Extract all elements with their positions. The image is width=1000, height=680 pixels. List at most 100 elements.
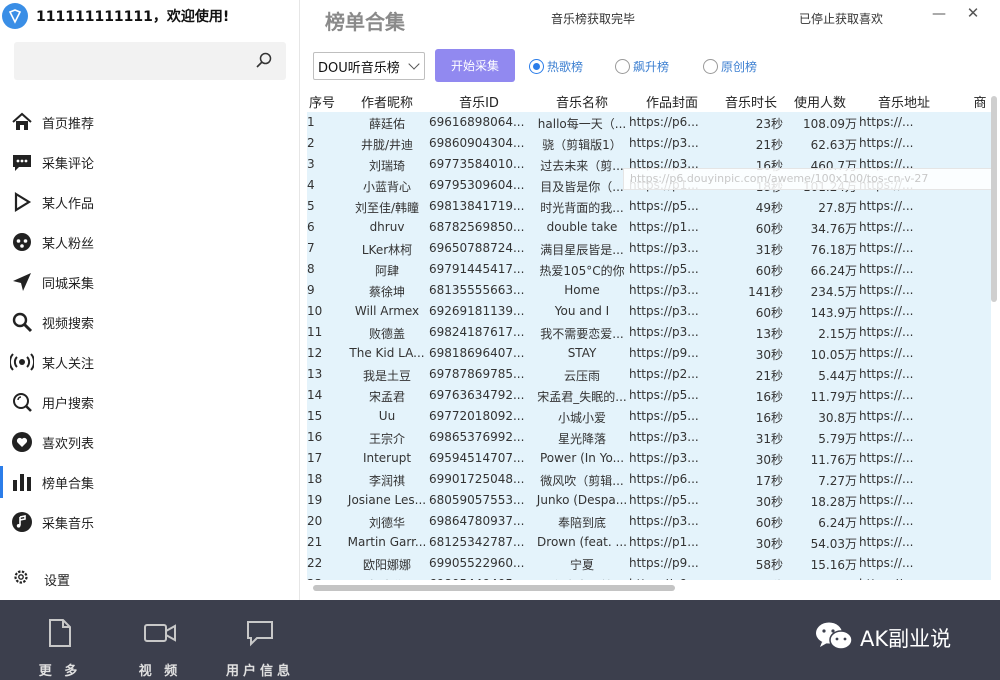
comment-icon: [10, 150, 34, 174]
scroll-thumb[interactable]: [991, 96, 997, 302]
table-cell: 60秒: [755, 516, 783, 530]
column-header[interactable]: 序号: [307, 92, 337, 111]
column-header[interactable]: 音乐时长: [719, 92, 783, 111]
sidebar-item-charts[interactable]: 榜单合集: [0, 462, 300, 502]
table-row[interactable]: 9 蔡徐坤 68135555663... Home https://p3... 141秒 2…: [307, 280, 991, 301]
table-cell: 69860904304...: [429, 136, 525, 150]
table-row[interactable]: 15 Uu 69772018092... 小城小爱 https://p5... 16秒 30…: [307, 406, 991, 427]
table-cell: 23秒: [755, 117, 783, 131]
sidebar-item-label: 某人关注: [42, 356, 95, 372]
table-cell: 井胧/井迪: [360, 138, 414, 152]
table-row[interactable]: 12 The Kid LA... 69818696407... STAY https:/…: [307, 343, 991, 364]
column-header[interactable]: 使用人数: [783, 92, 857, 111]
search-icon: [10, 310, 34, 334]
radio-label: 原创榜: [721, 60, 758, 74]
minimize-button[interactable]: —: [931, 6, 947, 22]
table-cell: 4: [307, 178, 315, 192]
table-cell: 11.79万: [810, 390, 857, 404]
sidebar-item-video-search[interactable]: 视频搜索: [0, 302, 300, 342]
table-cell: https://p3...: [629, 136, 699, 150]
chat-bubble-icon: [245, 618, 275, 652]
search-box[interactable]: [14, 42, 286, 80]
table-row[interactable]: 13 我是土豆 69787869785... 云压雨 https://p2... 21秒 5…: [307, 364, 991, 385]
table-cell: 2: [307, 136, 315, 150]
radio-dot: [529, 59, 544, 74]
table-row[interactable]: 11 败德盖 69824187617... 我不需要恋爱... https://p3..…: [307, 322, 991, 343]
horizontal-scrollbar[interactable]: [307, 584, 991, 592]
sidebar-item-works[interactable]: 某人作品: [0, 182, 300, 222]
table-cell: https://p2...: [629, 367, 699, 381]
sidebar-item-comments[interactable]: 采集评论: [0, 142, 300, 182]
table-cell: 李润祺: [368, 474, 405, 488]
table-cell: 2.15万: [818, 327, 857, 341]
table-cell: 13: [307, 367, 323, 381]
table-cell: Power (In Yo...: [539, 451, 625, 465]
table-row[interactable]: 16 王宗介 69865376992... 星光降落 https://p3... 31秒 5…: [307, 427, 991, 448]
column-header[interactable]: 作者昵称: [345, 92, 429, 111]
table-cell: 3: [307, 157, 315, 171]
radio-original[interactable]: 原创榜: [703, 58, 757, 75]
table-cell: 我不需要恋爱...: [540, 327, 624, 341]
table-cell: Drown (feat. ...: [537, 535, 627, 549]
table-row[interactable]: 14 宋孟君 69763634792... 宋孟君_失眠的... https://p5.…: [307, 385, 991, 406]
bottom-video[interactable]: 视 频: [120, 618, 200, 679]
table-row[interactable]: 6 dhruv 68782569850... double take https://p…: [307, 217, 991, 238]
table-cell: 58秒: [755, 558, 783, 572]
table-cell: 69824187617...: [429, 325, 525, 339]
table-row[interactable]: 1 薛廷佑 69616898064... hallo每一天（... https://p6…: [307, 112, 991, 133]
table-row[interactable]: 20 刘德华 69864780937... 奉陪到底 https://p3... 60秒 6…: [307, 511, 991, 532]
chart-select[interactable]: DOU听音乐榜: [313, 52, 425, 80]
table-row[interactable]: 17 Interupt 69594514707... Power (In Yo... h…: [307, 448, 991, 469]
table-cell: https://...: [859, 241, 914, 255]
bottom-user-info[interactable]: 用户信息: [220, 618, 300, 679]
scroll-thumb[interactable]: [313, 585, 675, 591]
radio-hot-songs[interactable]: 热歌榜: [529, 58, 583, 75]
column-header[interactable]: 商: [965, 92, 991, 111]
bottom-more[interactable]: 更 多: [20, 618, 100, 679]
settings-label: 设置: [44, 573, 71, 589]
table-row[interactable]: 23 柯大佐69805449405...黑色夜空（剪...https://p9..…: [307, 574, 991, 580]
sidebar-item-user-search[interactable]: 用户搜索: [0, 382, 300, 422]
table-cell: 11: [307, 325, 323, 339]
table-row[interactable]: 10 Will Armex 69269181139... You and I https…: [307, 301, 991, 322]
vertical-scrollbar[interactable]: [990, 92, 998, 588]
table-row[interactable]: 21 Martin Garr... 68125342787... Drown (fea…: [307, 532, 991, 553]
table-cell: 我是土豆: [362, 369, 411, 383]
sidebar-item-settings[interactable]: 设置: [12, 568, 70, 590]
close-button[interactable]: ✕: [965, 4, 981, 22]
table-cell: 69901725048...: [429, 472, 525, 486]
sidebar-item-likes[interactable]: 喜欢列表: [0, 422, 300, 462]
radio-rising[interactable]: 飙升榜: [615, 58, 669, 75]
start-collect-button[interactable]: 开始采集: [435, 49, 515, 82]
search-input[interactable]: [14, 42, 244, 80]
sidebar-item-music[interactable]: 采集音乐: [0, 502, 300, 542]
table-cell: hallo每一天（...: [537, 117, 627, 131]
table-row[interactable]: 22 欧阳娜娜 69905522960... 宁夏 https://p9... 58秒 15…: [307, 553, 991, 574]
table-cell: 12: [307, 346, 323, 360]
sidebar-item-following[interactable]: 某人关注: [0, 342, 300, 382]
table-cell: 108.09万: [803, 117, 857, 131]
table-cell: 星光降落: [557, 432, 606, 446]
table-row[interactable]: 19 Josiane Les... 68059057553... Junko (Des…: [307, 490, 991, 511]
user-greeting: 111111111111，欢迎使用!: [36, 9, 230, 25]
table-cell: 10: [307, 304, 323, 318]
user-search-icon: [10, 390, 34, 414]
table-cell: 王宗介: [368, 432, 405, 446]
search-icon[interactable]: [254, 51, 274, 71]
table-cell: https://p1...: [629, 220, 699, 234]
sidebar-item-fans[interactable]: 某人粉丝: [0, 222, 300, 262]
column-header[interactable]: 音乐ID: [429, 92, 529, 111]
sidebar-item-local[interactable]: 同城采集: [0, 262, 300, 302]
table-row[interactable]: 18 李润祺 69901725048... 微风吹（剪辑... https://p6..…: [307, 469, 991, 490]
column-header[interactable]: 作品封面: [629, 92, 715, 111]
column-header[interactable]: 音乐名称: [529, 92, 635, 111]
column-header[interactable]: 音乐地址: [859, 92, 949, 111]
table-row[interactable]: 5 刘至佳/韩瞳 69813841719... 时光背面的我... https://p5…: [307, 196, 991, 217]
table-row[interactable]: 7 LKer林柯 69650788724... 满目星辰皆是... https://p3…: [307, 238, 991, 259]
table-cell: 49秒: [755, 201, 783, 215]
table-cell: https://...: [859, 430, 914, 444]
table-row[interactable]: 8 阿肆 69791445417... 热爱105°C的你 https://p5... 6…: [307, 259, 991, 280]
sidebar-item-home[interactable]: 首页推荐: [0, 102, 300, 142]
table-cell: 17: [307, 451, 323, 465]
table-row[interactable]: 2 井胧/井迪 69860904304... 骁（剪辑版1） https://p3...…: [307, 133, 991, 154]
